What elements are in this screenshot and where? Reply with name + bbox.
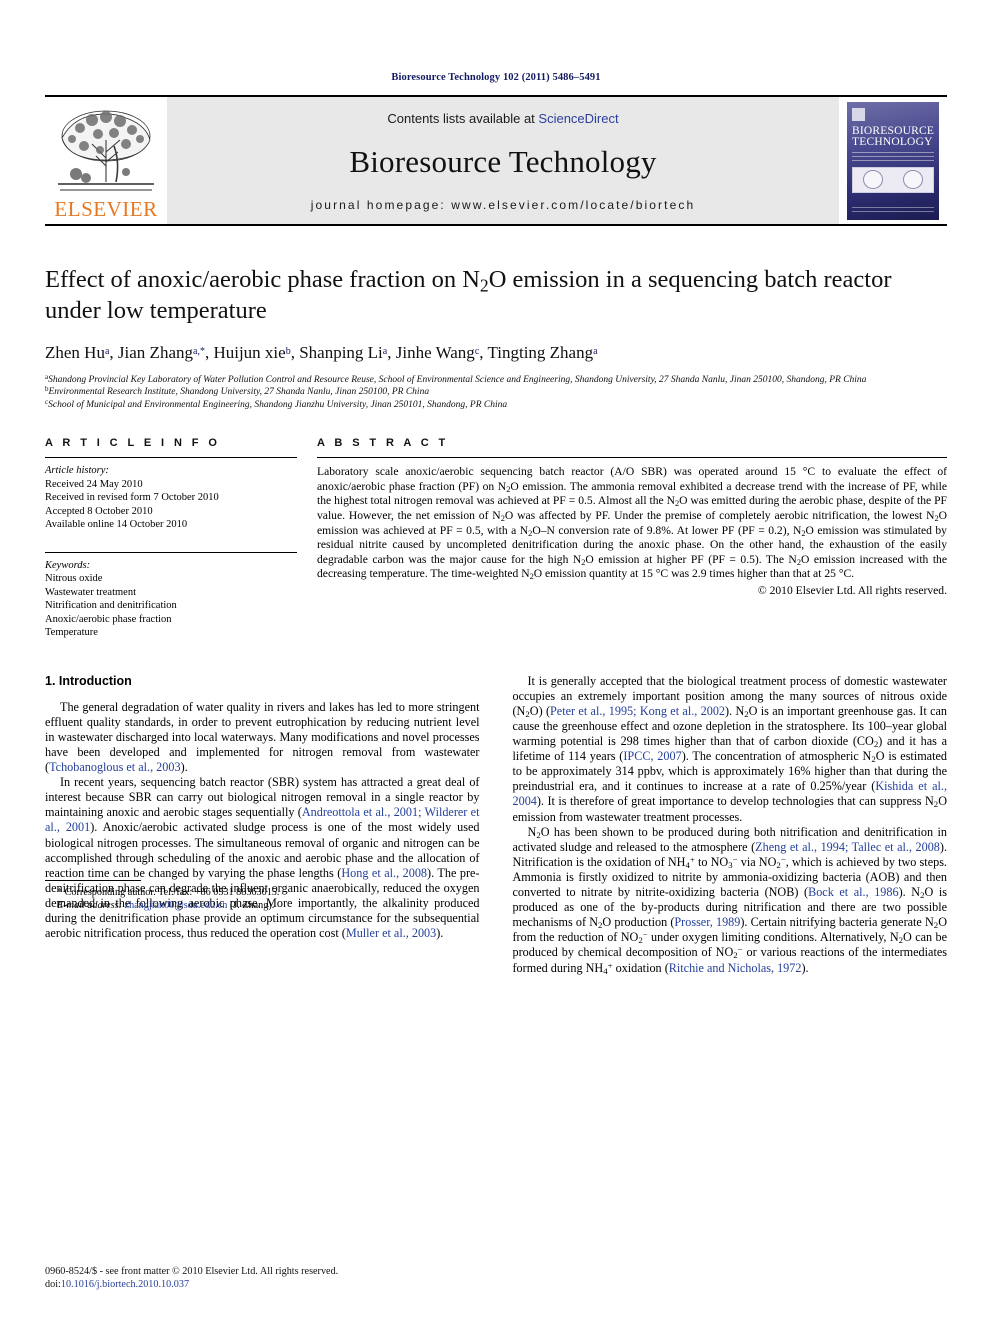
journal-homepage[interactable]: journal homepage: www.elsevier.com/locat… [311, 198, 695, 212]
cover-art: BIORESOURCE TECHNOLOGY ScienceDirect [847, 101, 939, 220]
article-history-group: Article history: Received 24 May 2010 Rec… [45, 458, 297, 538]
cover-title-line2: TECHNOLOGY [852, 135, 933, 148]
issn-line: 0960-8524/$ - see front matter © 2010 El… [45, 1266, 339, 1277]
info-abstract-row: A R T I C L E I N F O Article history: R… [45, 437, 947, 646]
article-info-column: A R T I C L E I N F O Article history: R… [45, 437, 297, 646]
author-affiliation-mark: a [593, 345, 598, 357]
elsevier-wordmark: ELSEVIER [54, 197, 158, 221]
footnote-email-suffix: (J. Zhang). [229, 899, 275, 911]
affiliation-mark: b [45, 385, 49, 394]
sciencedirect-link[interactable]: ScienceDirect [538, 111, 618, 126]
intro-paragraph-1: The general degradation of water quality… [45, 699, 480, 775]
cover-elsevier-icon [852, 107, 865, 121]
article-history-label: Article history: [45, 465, 109, 477]
doi-line: doi:10.1016/j.biortech.2010.10.037 [45, 1278, 338, 1291]
journal-cover-thumbnail: BIORESOURCE TECHNOLOGY ScienceDirect [839, 97, 947, 224]
citation-tchobanoglous-2003[interactable]: Tchobanoglous et al., 2003 [49, 760, 181, 774]
abstract-column: A B S T R A C T Laboratory scale anoxic/… [317, 437, 947, 646]
author-list: Zhen Hua, Jian Zhanga,*, Huijun xieb, Sh… [45, 343, 598, 362]
paper-title: Effect of anoxic/aerobic phase fraction … [45, 264, 947, 326]
article-history-item: Accepted 8 October 2010 [45, 505, 153, 517]
keywords-label: Keywords: [45, 559, 91, 571]
footnote-email-line: E-mail address: zhangjian00@sdu.edu.cn (… [57, 899, 480, 912]
cover-blob-left [863, 170, 883, 189]
citation-andreottola-wilderer-2001[interactable]: Andreottola et al., 2001; Wilderer et al… [45, 805, 479, 834]
masthead-center: Contents lists available at ScienceDirec… [167, 97, 839, 224]
citation-hong-2008[interactable]: Hong et al., 2008 [341, 866, 427, 880]
citation-ipcc-2007[interactable]: IPCC, 2007 [623, 749, 681, 763]
affiliation-item: cSchool of Municipal and Environmental E… [45, 397, 508, 410]
body-column-left: 1. Introduction The general degradation … [45, 674, 480, 976]
footnote-corresponding-line: * Corresponding author. Tel./fax: +86 05… [57, 886, 280, 898]
contents-available-line: Contents lists available at ScienceDirec… [387, 111, 618, 126]
corresponding-author-footnote: * Corresponding author. Tel./fax: +86 05… [45, 879, 480, 912]
doi-label: doi: [45, 1279, 61, 1290]
keyword-item: Wastewater treatment [45, 586, 136, 598]
paper-title-subscript: 2 [479, 275, 489, 296]
affiliation-mark: c [45, 397, 49, 406]
title-block: Effect of anoxic/aerobic phase fraction … [45, 264, 947, 411]
abstract-heading: A B S T R A C T [317, 437, 449, 450]
running-head: Bioresource Technology 102 (2011) 5486–5… [391, 72, 601, 83]
affiliation-mark: a [45, 373, 49, 382]
citation-prosser-1989[interactable]: Prosser, 1989 [674, 915, 740, 929]
author-name: Jian Zhang [117, 343, 193, 362]
journal-title: Bioresource Technology [349, 144, 657, 179]
cover-footer-lines [852, 206, 934, 215]
footnote-rule [45, 879, 141, 881]
cover-blob-right [903, 170, 923, 189]
abstract-copyright: © 2010 Elsevier Ltd. All rights reserved… [757, 583, 947, 597]
cover-subtitle-lines [852, 151, 934, 164]
article-history-item: Received in revised form 7 October 2010 [45, 492, 219, 504]
citation-zheng-tallec[interactable]: Zheng et al., 1994; Tallec et al., 2008 [755, 840, 940, 854]
paper-title-part1: Effect of anoxic/aerobic phase fraction … [45, 266, 480, 293]
footnote-email-label: E-mail address: [57, 899, 122, 911]
contents-prefix: Contents lists available at [387, 111, 539, 126]
keywords-lines: Nitrous oxide Wastewater treatment Nitrifi… [45, 572, 297, 640]
citation-muller-2003[interactable]: Muller et al., 2003 [346, 926, 436, 940]
article-history-lines: Received 24 May 2010 Received in revised … [45, 478, 297, 532]
affiliation-item: aShandong Provincial Key Laboratory of W… [45, 373, 867, 385]
citation-bock-1986[interactable]: Bock et al., 1986 [808, 885, 899, 899]
article-history-item: Received 24 May 2010 [45, 478, 143, 490]
keywords-group: Keywords: Nitrous oxide Wastewater treatm… [45, 553, 297, 646]
intro-paragraph-4: N2O has been shown to be produced during… [512, 824, 948, 976]
body-column-right: It is generally accepted that the biolog… [513, 674, 948, 976]
elsevier-logo: ELSEVIER [45, 97, 167, 224]
author-affiliation-mark: b [285, 345, 291, 357]
body-columns: 1. Introduction The general degradation … [45, 674, 947, 976]
intro-paragraph-3: It is generally accepted that the biolog… [512, 673, 948, 824]
author-name: Tingting Zhang [487, 343, 594, 362]
affiliation-item: bEnvironmental Research Institute, Shand… [45, 385, 430, 398]
footnote-email-address[interactable]: zhangjian00@sdu.edu.cn [125, 900, 228, 911]
citation-peter-kong[interactable]: Peter et al., 1995; Kong et al., 2002 [550, 704, 725, 718]
author-name: Jinhe Wang [395, 343, 475, 362]
keyword-item: Nitrification and denitrification [45, 600, 177, 612]
author-name: Huijun xie [213, 343, 286, 362]
elsevier-tree-icon [54, 106, 158, 198]
citation-kishida-2004[interactable]: Kishida et al., 2004 [513, 779, 948, 808]
cover-illustration [852, 166, 934, 193]
author-affiliation-mark: a [104, 345, 110, 357]
author-affiliation-mark: a [382, 345, 388, 357]
keyword-item: Nitrous oxide [45, 573, 103, 585]
page-footer: 0960-8524/$ - see front matter © 2010 El… [45, 1265, 338, 1291]
doi-value[interactable]: 10.1016/j.biortech.2010.10.037 [61, 1279, 189, 1290]
author-name: Shanping Li [299, 343, 383, 362]
keyword-item: Anoxic/aerobic phase fraction [45, 613, 172, 625]
abstract-text: Laboratory scale anoxic/aerobic sequenci… [317, 465, 947, 582]
article-history-item: Available online 14 October 2010 [45, 519, 188, 531]
paper-page: Bioresource Technology 102 (2011) 5486–5… [0, 0, 992, 1323]
citation-ritchie-nicholas-1972[interactable]: Ritchie and Nicholas, 1972 [669, 961, 802, 975]
introduction-heading: 1. Introduction [45, 673, 132, 688]
journal-masthead: ELSEVIER Contents lists available at Sci… [45, 95, 947, 226]
author-name: Zhen Hu [45, 343, 105, 362]
cover-title-line1: BIORESOURCE [852, 124, 935, 137]
article-info-heading: A R T I C L E I N F O [45, 437, 221, 450]
intro-paragraph-2: In recent years, sequencing batch reacto… [45, 775, 480, 941]
author-affiliation-mark: a,* [193, 345, 205, 357]
author-affiliation-mark: c [474, 345, 480, 357]
keyword-item: Temperature [45, 627, 98, 639]
affiliation-list: aShandong Provincial Key Laboratory of W… [45, 374, 947, 411]
